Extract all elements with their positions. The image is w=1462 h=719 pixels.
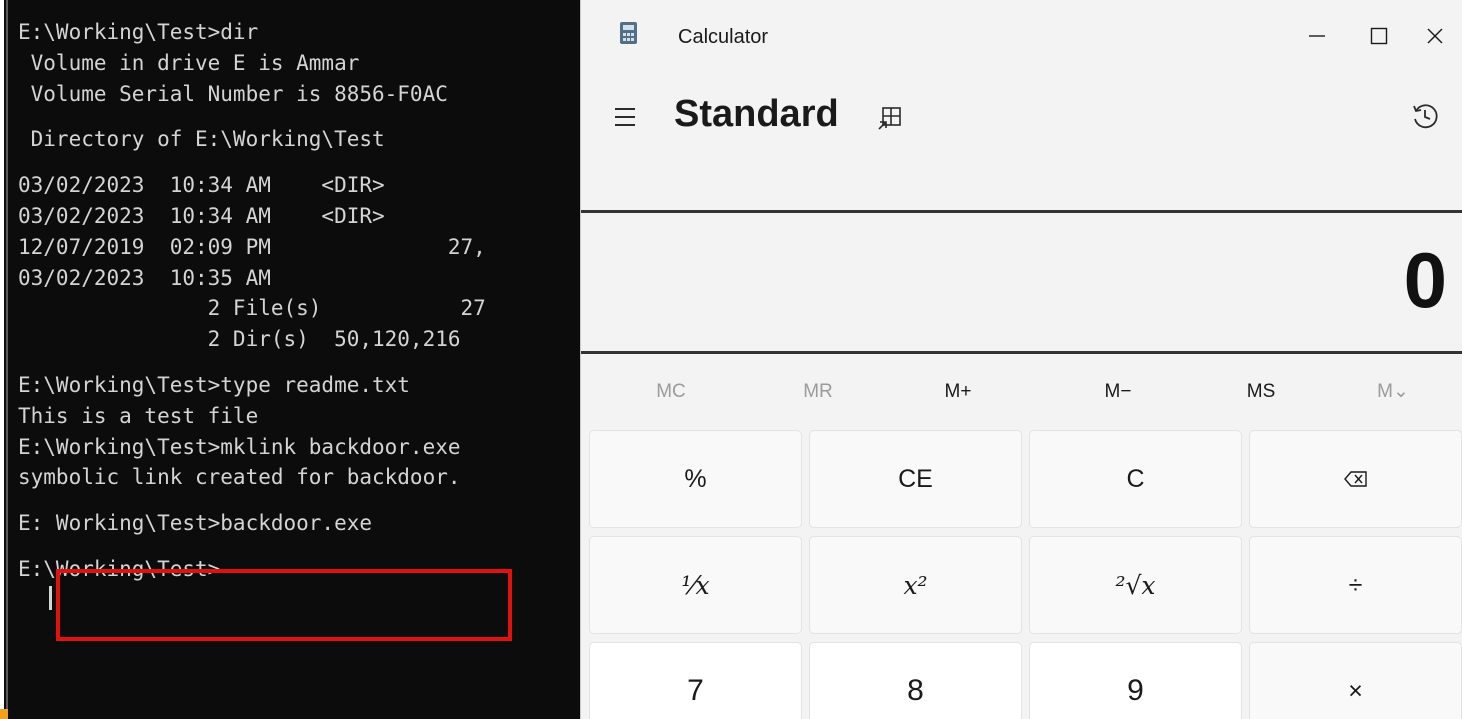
terminal-line: E:\Working\Test>mklink backdoor.exe: [18, 434, 461, 459]
minimize-icon: [1309, 35, 1325, 37]
keep-on-top-icon: [878, 107, 901, 130]
memory-list-button[interactable]: M⌄: [1343, 362, 1443, 422]
clear-entry-button[interactable]: CE: [809, 430, 1022, 528]
calculator-app-icon: [620, 22, 637, 44]
display-panel: 0: [581, 210, 1462, 354]
terminal-left-border-inner: [6, 0, 8, 719]
keep-on-top-button[interactable]: [872, 100, 908, 136]
reciprocal-button[interactable]: ⅟x: [589, 536, 802, 634]
terminal-blank-line: [18, 355, 486, 370]
navigation-menu-button[interactable]: [608, 102, 642, 132]
terminal-line: E:\Working\Test>dir: [18, 20, 259, 44]
terminal-line: 2 Dir(s) 50,120,216: [18, 327, 461, 352]
terminal-window[interactable]: E:\Working\Test>dir Volume in drive E is…: [0, 0, 600, 719]
terminal-line: Volume in drive E is Ammar: [18, 50, 360, 75]
memory-add-button[interactable]: M+: [908, 362, 1008, 422]
taskbar-edge-marker: [0, 709, 8, 719]
terminal-blank-line: [18, 109, 486, 124]
terminal-blank-line: [18, 493, 486, 508]
terminal-blank-line: [18, 539, 486, 554]
hamburger-icon: [615, 108, 635, 110]
digit-7-button[interactable]: 7: [589, 642, 802, 719]
calculator-window: Calculator Standard 0 MC MR M+ M− MS M⌄ …: [580, 0, 1462, 719]
terminal-line: symbolic link created for backdoor.: [18, 465, 461, 490]
multiply-button[interactable]: ×: [1249, 642, 1462, 719]
terminal-line: Directory of E:\Working\Test: [18, 127, 385, 152]
divide-button[interactable]: ÷: [1249, 536, 1462, 634]
terminal-line: 12/07/2019 02:09 PM 27,: [18, 234, 486, 259]
display-value: 0: [1403, 236, 1447, 324]
history-button[interactable]: [1403, 96, 1447, 136]
digit-8-button[interactable]: 8: [809, 642, 1022, 719]
terminal-left-border: [0, 0, 4, 719]
memory-clear-button[interactable]: MC: [621, 362, 721, 422]
text-cursor: [49, 586, 52, 610]
terminal-blank-line: [18, 155, 486, 170]
terminal-line: E:\Working\Test>type readme.txt: [18, 372, 410, 397]
terminal-output: E:\Working\Test>dir Volume in drive E is…: [18, 17, 486, 585]
digit-9-button[interactable]: 9: [1029, 642, 1242, 719]
terminal-line: E: Working\Test>backdoor.exe: [18, 511, 373, 536]
terminal-line: 03/02/2023 10:34 AM <DIR>: [18, 203, 385, 228]
terminal-line: Volume Serial Number is 8856-F0AC: [18, 81, 448, 106]
red-highlight-box: [56, 569, 512, 641]
mode-title: Standard: [674, 93, 839, 135]
backspace-icon: [1343, 471, 1367, 487]
close-button[interactable]: [1407, 14, 1462, 58]
memory-recall-button[interactable]: MR: [768, 362, 868, 422]
terminal-line: 03/02/2023 10:34 AM <DIR>: [18, 173, 385, 198]
terminal-line: This is a test file: [18, 403, 259, 428]
clear-button[interactable]: C: [1029, 430, 1242, 528]
maximize-button[interactable]: [1351, 14, 1407, 58]
title-bar[interactable]: Calculator: [581, 0, 1462, 72]
terminal-line: 2 File(s) 27: [18, 296, 486, 321]
terminal-line: 03/02/2023 10:35 AM: [18, 265, 271, 290]
memory-subtract-button[interactable]: M−: [1068, 362, 1168, 422]
minimize-button[interactable]: [1289, 14, 1345, 58]
history-icon: [1413, 104, 1438, 129]
percent-button[interactable]: %: [589, 430, 802, 528]
memory-row: MC MR M+ M− MS M⌄: [581, 362, 1462, 422]
memory-store-button[interactable]: MS: [1211, 362, 1311, 422]
backspace-button[interactable]: [1249, 430, 1462, 528]
maximize-icon: [1370, 27, 1388, 45]
window-title: Calculator: [678, 26, 769, 48]
square-root-button[interactable]: ²√x: [1029, 536, 1242, 634]
close-icon: [1427, 28, 1443, 44]
square-button[interactable]: x²: [809, 536, 1022, 634]
